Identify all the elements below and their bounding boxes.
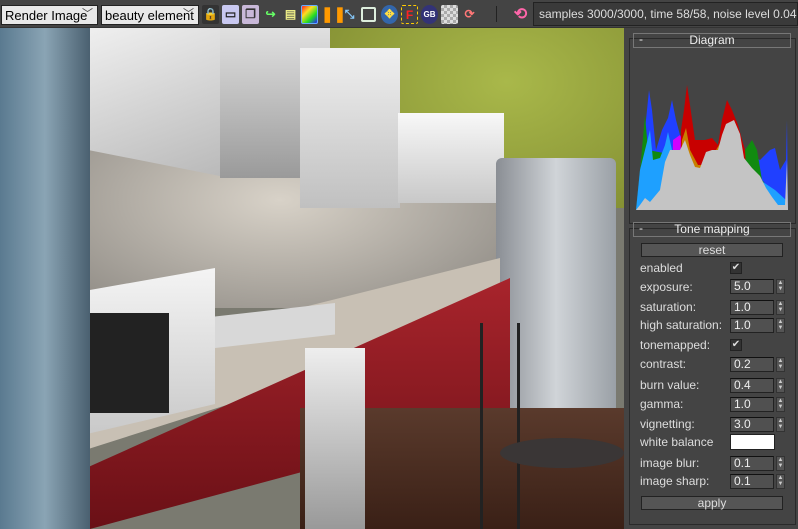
render-select-value: Render Image (5, 8, 88, 23)
contrast-label: contrast: (640, 357, 687, 371)
divider (496, 6, 497, 22)
reset-button[interactable]: reset (641, 243, 783, 257)
upper-cabinet-2 (300, 48, 400, 208)
chevron-down-icon: ﹀ (82, 8, 93, 20)
refresh-icon[interactable]: ⟲ (512, 5, 529, 24)
histogram (636, 85, 788, 210)
corner-cabinet (398, 113, 504, 203)
element-select[interactable]: beauty element ﹀ (101, 5, 199, 25)
image-sharp-spinner[interactable]: ▲ ▼ (776, 474, 785, 489)
shrink-icon[interactable]: ⤡ (341, 5, 358, 24)
pause-icon[interactable]: ❚❚ (321, 5, 346, 24)
gamma-input[interactable]: 1.0 (730, 397, 774, 412)
tone-mapping-header[interactable]: - Tone mapping (633, 222, 791, 237)
tonemapped-label: tonemapped: (640, 338, 711, 352)
burn-value-spinner[interactable]: ▲ ▼ (776, 378, 785, 393)
enabled-label: enabled (640, 261, 683, 275)
white-balance-swatch[interactable] (730, 434, 775, 450)
image-blur-input[interactable]: 0.1 (730, 456, 774, 471)
contrast-input[interactable]: 0.2 (730, 357, 774, 372)
gamma-label: gamma: (640, 397, 684, 411)
oven (305, 348, 365, 529)
clipboard-icon[interactable]: ▤ (282, 5, 299, 24)
vignetting-label: vignetting: (640, 417, 695, 431)
saturation-label: saturation: (640, 300, 697, 314)
apply-button[interactable]: apply (641, 496, 783, 510)
chair-seat (500, 438, 624, 468)
element-select-value: beauty element (105, 8, 194, 23)
collapse-icon[interactable]: - (639, 222, 643, 235)
exposure-label: exposure: (640, 280, 693, 294)
tone-mapping-title: Tone mapping (674, 222, 750, 236)
exposure-input[interactable]: 5.0 (730, 279, 774, 294)
image-blur-spinner[interactable]: ▲ ▼ (776, 456, 785, 471)
white-balance-label: white balance (640, 435, 714, 449)
high-saturation-label: high saturation: (640, 318, 723, 332)
save-icon[interactable]: ▭ (222, 5, 239, 24)
image-sharp-label: image sharp: (640, 474, 710, 488)
chevron-down-icon: ﹀ (183, 8, 194, 20)
lock-icon[interactable]: 🔒 (202, 5, 219, 24)
contrast-spinner[interactable]: ▲ ▼ (776, 357, 785, 372)
burn-value-input[interactable]: 0.4 (730, 378, 774, 393)
chair (480, 323, 520, 529)
render-status: samples 3000/3000, time 58/58, noise lev… (533, 2, 798, 26)
saturation-spinner[interactable]: ▲ ▼ (776, 300, 785, 315)
image-blur-label: image blur: (640, 456, 700, 470)
target-icon[interactable]: ✥ (381, 5, 398, 24)
vignetting-input[interactable]: 3.0 (730, 417, 774, 432)
render-settings-panel: - Diagram - Tone mapping reset enabled ✔ e… (626, 28, 798, 529)
toolbar: Render Image ﹀ beauty element ﹀ 🔒 ▭ ❐ ↪ ▤ … (0, 0, 798, 28)
burn-value-label: burn value: (640, 378, 700, 392)
color-channels-icon[interactable] (301, 5, 318, 24)
redo-icon[interactable]: ↪ (262, 5, 279, 24)
high-saturation-spinner[interactable]: ▲ ▼ (776, 318, 785, 333)
frame-icon[interactable] (361, 7, 376, 22)
high-saturation-input[interactable]: 1.0 (730, 318, 774, 333)
gb-lens-icon[interactable]: GB (421, 5, 438, 24)
curtain (0, 28, 90, 529)
enabled-checkbox[interactable]: ✔ (730, 262, 742, 274)
region-icon[interactable]: F (401, 5, 418, 24)
vignetting-spinner[interactable]: ▲ ▼ (776, 417, 785, 432)
alpha-checker-icon[interactable] (441, 5, 458, 24)
render-select[interactable]: Render Image ﹀ (1, 5, 98, 25)
saturation-input[interactable]: 1.0 (730, 300, 774, 315)
image-sharp-input[interactable]: 0.1 (730, 474, 774, 489)
tonemapped-checkbox[interactable]: ✔ (730, 339, 742, 351)
lock-refresh-icon[interactable]: ⟳ (461, 5, 478, 24)
rendered-image (0, 28, 624, 529)
gamma-spinner[interactable]: ▲ ▼ (776, 397, 785, 412)
copy-icon[interactable]: ❐ (242, 5, 259, 24)
exposure-spinner[interactable]: ▲ ▼ (776, 279, 785, 294)
